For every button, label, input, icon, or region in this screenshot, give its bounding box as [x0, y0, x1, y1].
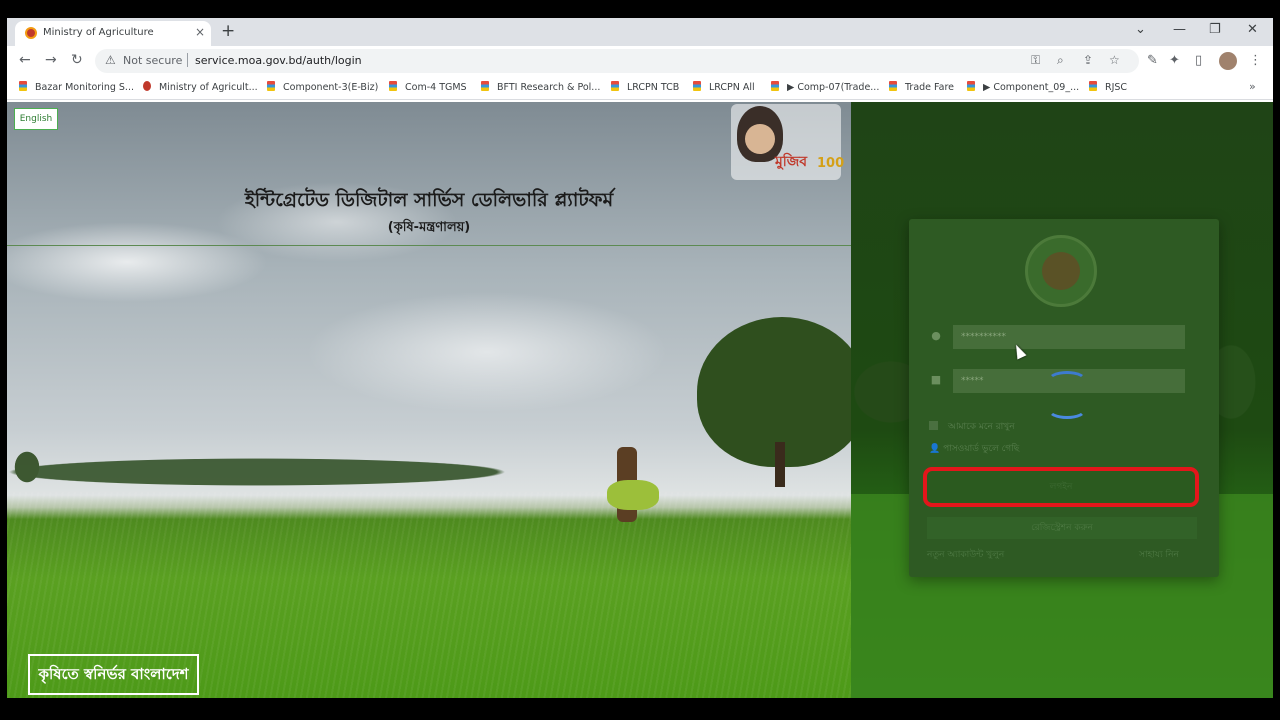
- bookmark-favicon-icon: [693, 81, 701, 91]
- login-card: ● ■ আমাকে মনে রাখুন 👤 পাসওয়ার্ড ভুলে গে…: [909, 219, 1219, 577]
- minimize-button[interactable]: —: [1173, 22, 1186, 37]
- hero-background: English মুজিব 100 ইন্টিগ্রেটেড ডিজিটাল স…: [7, 102, 867, 698]
- forward-button[interactable]: →: [45, 52, 57, 68]
- logo-text: মুজিব: [775, 154, 808, 170]
- profile-avatar[interactable]: [1219, 52, 1237, 70]
- title-divider: [7, 245, 851, 246]
- language-toggle-button[interactable]: English: [14, 108, 58, 130]
- bookmark-favicon-icon: [389, 81, 397, 91]
- reload-button[interactable]: ↻: [71, 52, 83, 68]
- bookmark-favicon-icon: [267, 81, 275, 91]
- tab-close-icon[interactable]: ×: [195, 25, 205, 39]
- page-subtitle: (কৃষি-মন্ত্রণালয়): [387, 220, 471, 235]
- pen-extension-icon[interactable]: ✎: [1147, 53, 1158, 68]
- browser-window: Ministry of Agriculture × + ⌄ — ❐ ✕ ← → …: [7, 18, 1273, 698]
- forgot-label: পাসওয়ার্ড ভুলে গেছি: [943, 444, 1020, 454]
- key-icon[interactable]: ⚿: [1031, 53, 1040, 68]
- maximize-button[interactable]: ❐: [1209, 22, 1221, 37]
- bookmark-favicon-icon: [771, 81, 779, 91]
- bookmark-star-icon[interactable]: ☆: [1109, 53, 1120, 67]
- remember-me-row[interactable]: আমাকে মনে রাখুন: [929, 419, 1015, 434]
- spinner-arc-bottom: [1047, 399, 1087, 419]
- register-button[interactable]: রেজিস্ট্রেশন করুন: [927, 517, 1197, 539]
- slogan-box: কৃষিতে স্বনির্ভর বাংলাদেশ: [28, 654, 199, 695]
- forgot-password-link[interactable]: 👤 পাসওয়ার্ড ভুলে গেছি: [929, 441, 1019, 456]
- new-tab-button[interactable]: +: [221, 21, 235, 41]
- menu-kebab-icon[interactable]: ⋮: [1249, 53, 1262, 68]
- help-link[interactable]: সাহায্য নিন: [1139, 547, 1179, 562]
- bookmark-favicon-icon: [611, 81, 619, 91]
- crop-bundle-image: [607, 480, 659, 510]
- share-icon[interactable]: ⇪: [1083, 53, 1093, 67]
- bookmark-favicon-icon: [481, 81, 489, 91]
- site-favicon-icon: [25, 27, 37, 39]
- address-bar[interactable]: ⚠ Not secure service.moa.gov.bd/auth/log…: [95, 49, 1139, 73]
- bookmark-item[interactable]: ▶ Component_09_...: [967, 81, 1079, 95]
- url-separator: [187, 53, 188, 67]
- tab-bar: Ministry of Agriculture × + ⌄ — ❐ ✕: [7, 18, 1273, 46]
- bookmark-item[interactable]: BFTI Research & Pol...: [481, 81, 600, 95]
- close-window-button[interactable]: ✕: [1247, 22, 1258, 37]
- bookmark-favicon-icon: [1089, 81, 1097, 91]
- tab-title: Ministry of Agriculture: [43, 27, 154, 38]
- remember-label: আমাকে মনে রাখুন: [948, 422, 1015, 432]
- government-emblem-icon: [1025, 235, 1097, 307]
- browser-toolbar: ← → ↻ ⚠ Not secure service.moa.gov.bd/au…: [7, 46, 1273, 76]
- page-title: ইন্টিগ্রেটেড ডিজিটাল সার্ভিস ডেলিভারি প্…: [244, 189, 614, 211]
- bookmark-item[interactable]: Ministry of Agricult...: [143, 81, 258, 95]
- login-button[interactable]: লগইন: [923, 467, 1199, 507]
- side-panel-icon[interactable]: ▯: [1195, 53, 1202, 68]
- bookmark-item[interactable]: Bazar Monitoring S...: [19, 81, 134, 95]
- new-account-link[interactable]: নতুন অ্যাকাউন্ট খুলুন: [927, 547, 1004, 562]
- zoom-icon[interactable]: ⌕: [1057, 53, 1064, 68]
- bookmark-favicon-icon: [19, 81, 27, 91]
- bookmark-favicon-icon: [143, 81, 151, 91]
- back-button[interactable]: ←: [19, 52, 31, 68]
- login-panel-background: ● ■ আমাকে মনে রাখুন 👤 পাসওয়ার্ড ভুলে গে…: [851, 102, 1273, 698]
- tab-active[interactable]: Ministry of Agriculture ×: [15, 21, 211, 46]
- bookmark-item[interactable]: ▶ Comp-07(Trade...: [771, 81, 879, 95]
- bookmark-item[interactable]: RJSC: [1089, 81, 1127, 95]
- spinner-arc-top: [1047, 371, 1087, 391]
- not-secure-label: Not secure: [123, 54, 183, 67]
- user-icon: ●: [931, 329, 941, 342]
- logo-number: 100: [817, 156, 845, 171]
- bookmark-item[interactable]: LRCPN All: [693, 81, 755, 95]
- loading-spinner-icon: [1047, 371, 1087, 421]
- tree-trunk-image: [775, 442, 785, 487]
- mujib-100-logo: মুজিব 100: [731, 104, 845, 180]
- lock-icon: ■: [930, 373, 942, 386]
- bookmark-item[interactable]: LRCPN TCB: [611, 81, 679, 95]
- bookmark-favicon-icon: [967, 81, 975, 91]
- bookmarks-overflow-icon[interactable]: »: [1249, 80, 1256, 93]
- remember-checkbox[interactable]: [929, 421, 938, 430]
- bookmark-item[interactable]: Trade Fare: [889, 81, 954, 95]
- url-text[interactable]: service.moa.gov.bd/auth/login: [195, 54, 362, 67]
- warning-icon: ⚠: [105, 53, 116, 67]
- person-icon: 👤: [929, 444, 944, 454]
- tab-search-icon[interactable]: ⌄: [1135, 22, 1146, 37]
- page-content: English মুজিব 100 ইন্টিগ্রেটেড ডিজিটাল স…: [7, 102, 1273, 698]
- username-input[interactable]: [953, 325, 1185, 349]
- bookmark-item[interactable]: Component-3(E-Biz): [267, 81, 378, 95]
- username-row: ●: [929, 325, 1187, 349]
- bookmark-item[interactable]: Com-4 TGMS: [389, 81, 467, 95]
- extensions-icon[interactable]: ✦: [1169, 53, 1180, 68]
- bookmarks-bar: Bazar Monitoring S... Ministry of Agricu…: [7, 76, 1273, 100]
- bookmark-favicon-icon: [889, 81, 897, 91]
